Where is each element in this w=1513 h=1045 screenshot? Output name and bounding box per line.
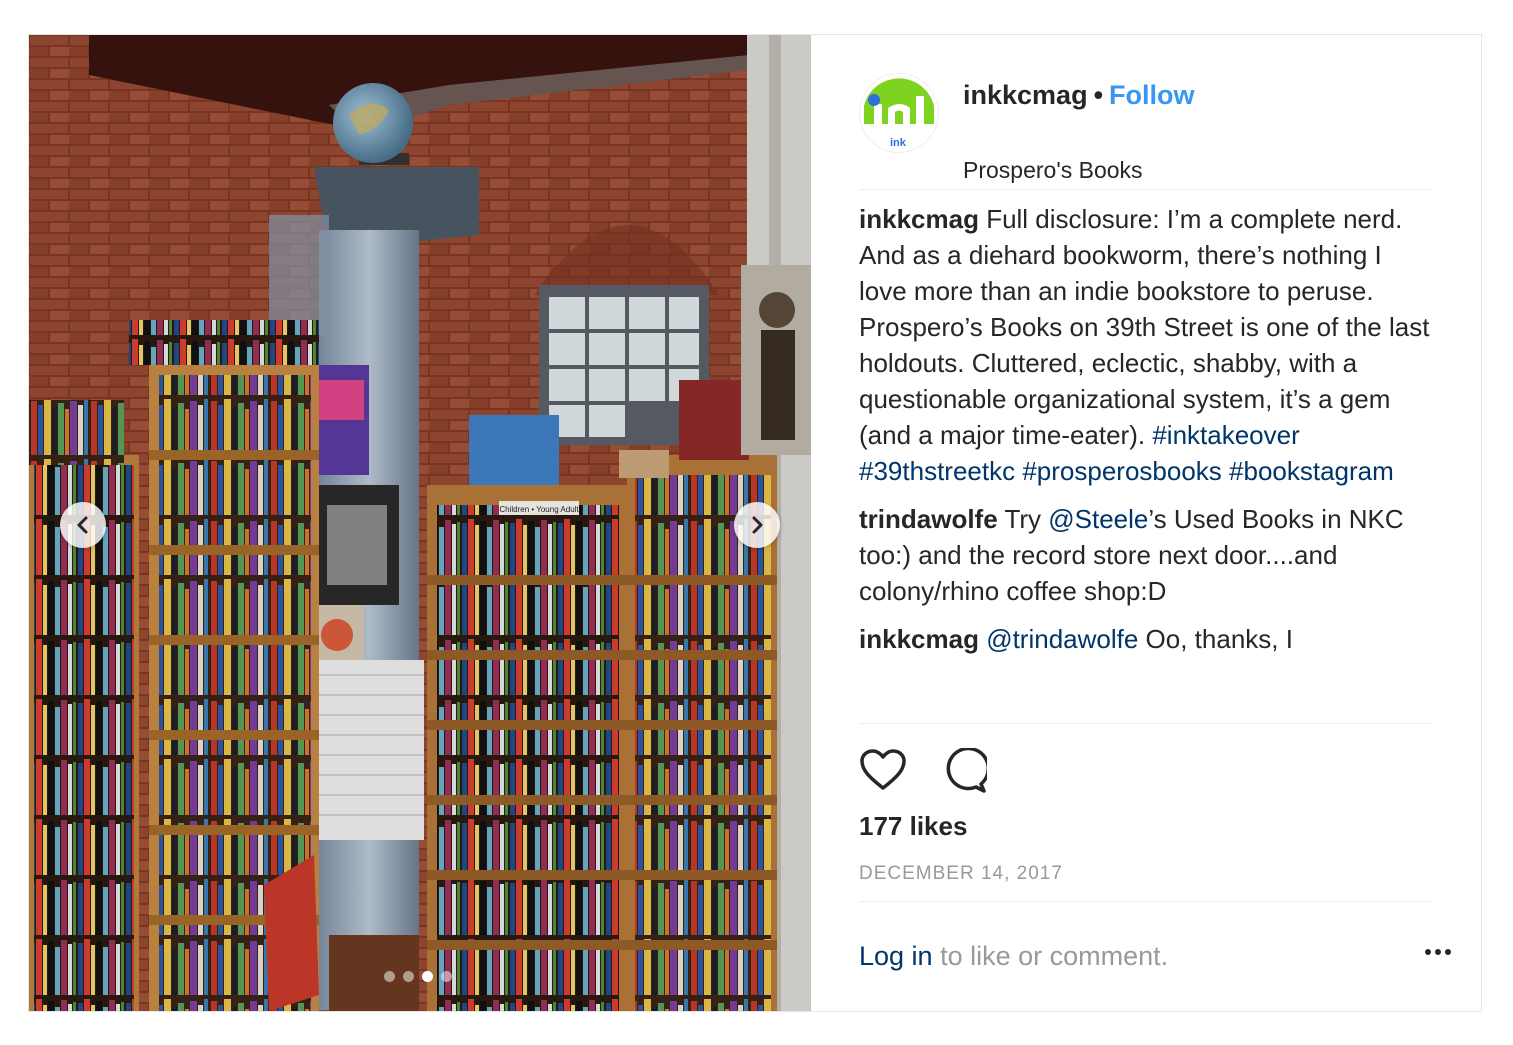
mention-link[interactable]: @trindawolfe [986,624,1138,654]
comment-username[interactable]: trindawolfe [859,504,998,534]
ink-logo-icon: ink [860,74,938,152]
separator-dot: • [1093,80,1104,110]
carousel-indicator [384,971,452,982]
comment-icon [946,746,991,793]
comment-username[interactable]: inkkcmag [859,204,979,234]
hashtag[interactable]: #39thstreetkc [859,456,1015,486]
author-username[interactable]: inkkcmag [963,80,1088,110]
hashtag[interactable]: #bookstagram [1229,456,1394,486]
comment-text: Try [1004,504,1049,534]
comment-username[interactable]: inkkcmag [859,624,979,654]
divider [859,901,1434,902]
more-options-button[interactable] [1425,949,1451,955]
comment: inkkcmag @trindawolfe Oo, thanks, I [859,621,1434,657]
instagram-post: Children • Young Adult ink inkkcmag • Fo… [28,34,1482,1012]
chevron-left-icon [77,516,88,534]
carousel-dot-active [422,971,433,982]
hashtag[interactable]: #inktakeover [1152,420,1299,450]
login-rest-text: to like or comment. [932,941,1169,971]
username-row: inkkcmag • Follow [963,79,1195,111]
comments-list[interactable]: inkkcmag Full disclosure: I’m a complete… [859,201,1434,724]
likes-count[interactable]: 177 likes [859,811,967,842]
login-prompt: Log in to like or comment. [859,941,1168,972]
post-photo[interactable]: Children • Young Adult [29,35,811,1011]
comment: trindawolfe Try @Steele’s Used Books in … [859,501,1434,609]
avatar[interactable]: ink [859,73,939,153]
carousel-next-button[interactable] [734,502,780,548]
follow-button[interactable]: Follow [1109,80,1194,110]
hashtag[interactable]: #prosperosbooks [1022,456,1221,486]
login-link[interactable]: Log in [859,941,933,971]
avatar-text: ink [890,137,907,149]
comment-text: Oo, thanks, I [1138,624,1293,654]
carousel-prev-button[interactable] [60,502,106,548]
carousel-dot [441,971,452,982]
more-icon [1435,949,1441,955]
post-location[interactable]: Prospero's Books [963,157,1143,184]
mention-link[interactable]: @Steele [1048,504,1148,534]
carousel-dot [403,971,414,982]
post-details: ink inkkcmag • Follow Prospero's Books ink… [811,35,1481,1011]
post-actions [859,746,991,799]
carousel-dot [384,971,395,982]
caption-text: Full disclosure: I’m a complete nerd. An… [859,204,1430,450]
caption: inkkcmag Full disclosure: I’m a complete… [859,201,1434,489]
chevron-right-icon [752,516,763,534]
post-date: DECEMBER 14, 2017 [859,863,1063,884]
bookstore-photo: Children • Young Adult [29,35,811,1011]
more-icon [1445,949,1451,955]
post-header: ink inkkcmag • Follow Prospero's Books [859,69,1434,190]
more-icon [1425,949,1431,955]
comment-button[interactable] [941,746,991,799]
like-button[interactable] [859,748,907,799]
heart-icon [860,749,906,790]
